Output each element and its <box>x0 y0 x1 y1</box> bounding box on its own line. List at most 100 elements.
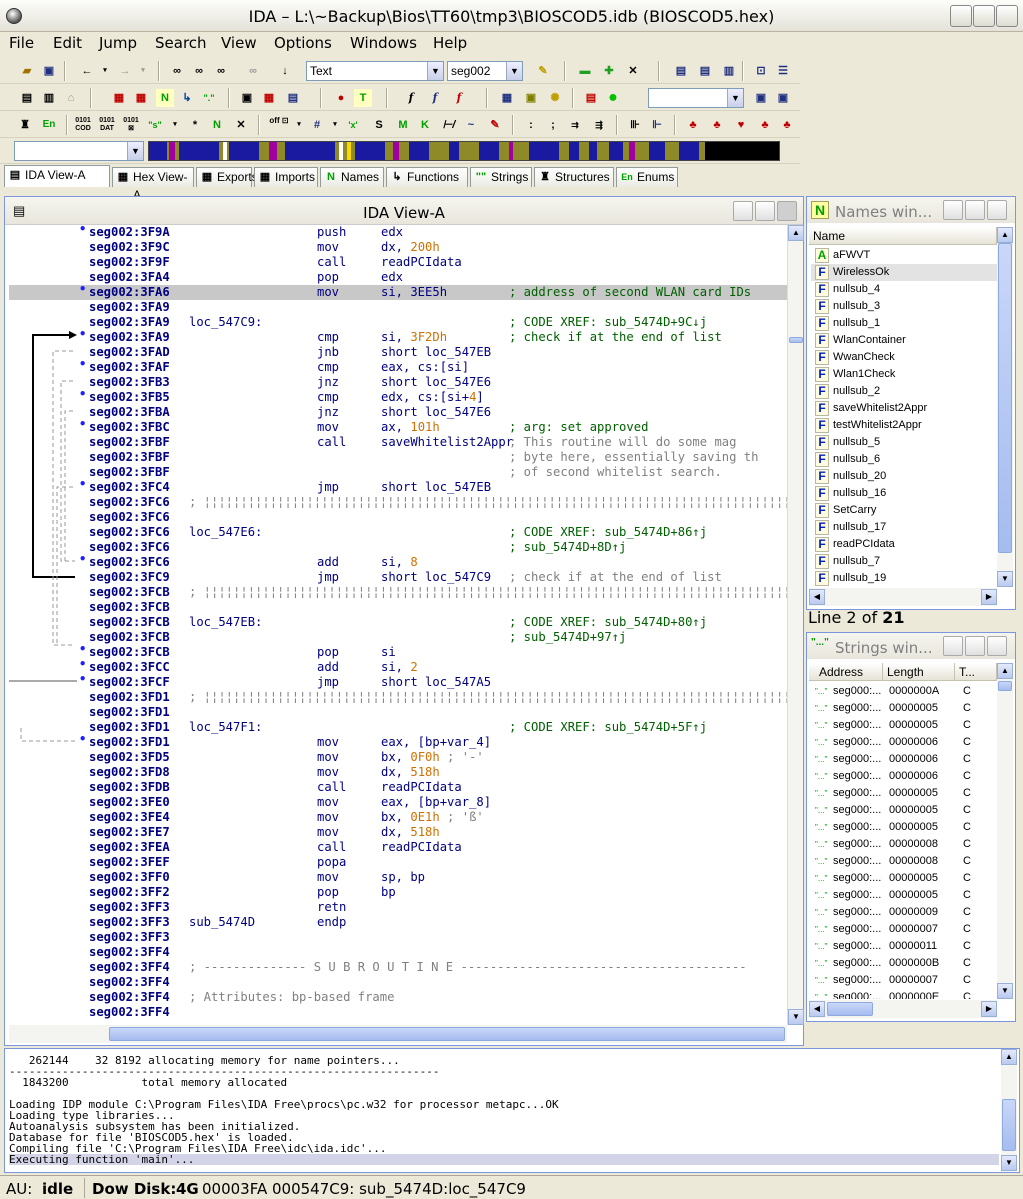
strings-list-item[interactable]: "..." seg000:... 00000008 C <box>811 836 997 853</box>
names-list-item[interactable]: Fnullsub_19 <box>811 570 997 587</box>
names-list-item[interactable]: Fnullsub_16 <box>811 485 997 502</box>
menu-view[interactable]: View <box>221 34 257 52</box>
code-line[interactable]: seg002:3F9F call readPCIdata <box>9 255 787 270</box>
code-line[interactable]: • seg002:3FCB pop si <box>9 642 787 660</box>
scroll-down-icon[interactable]: ▼ <box>788 1009 804 1025</box>
tab-ida-view-a[interactable]: ▤ IDA View-A <box>4 165 110 187</box>
code-line[interactable]: seg002:3F9C mov dx, 200h <box>9 240 787 255</box>
scroll-up-icon[interactable]: ▲ <box>997 227 1013 243</box>
function-delete-icon[interactable]: f <box>450 89 468 107</box>
strings-list-item[interactable]: "..." seg000:... 00000011 C <box>811 938 997 955</box>
names-column-header[interactable]: Name <box>809 227 997 245</box>
tab-structures[interactable]: ♜ Structures <box>534 167 614 187</box>
code-line[interactable]: • seg002:3FC6 add si, 8 <box>9 552 787 570</box>
names-list-item[interactable]: Fnullsub_1 <box>811 315 997 332</box>
strings-list-item[interactable]: "..." seg000:... 0000000B C <box>811 955 997 972</box>
settings-icon[interactable]: ✺ <box>546 89 564 107</box>
code-line[interactable]: seg002:3FAD jnb short loc_547EB <box>9 345 787 360</box>
code-line[interactable]: seg002:3FE7 mov dx, 518h <box>9 825 787 840</box>
segments-icon[interactable]: ▣ <box>238 89 256 107</box>
tab-hex-view-a[interactable]: ▦ Hex View-A <box>112 167 194 202</box>
strings-list-item[interactable]: "..." seg000:... 00000005 C <box>811 802 997 819</box>
strings-column-type[interactable]: T... <box>955 663 997 681</box>
disassembly-horizontal-scrollbar[interactable] <box>9 1025 787 1043</box>
names-list-item[interactable]: F WwanCheck <box>811 349 997 366</box>
back-dropdown-icon[interactable]: ▾ <box>96 62 114 80</box>
strings-hscroll-thumb[interactable] <box>827 1002 873 1016</box>
output-scroll-thumb[interactable] <box>1002 1099 1016 1151</box>
code-line[interactable]: • seg002:3FAF cmp eax, cs:[si] <box>9 357 787 375</box>
pane-minimize-button[interactable] <box>733 201 753 221</box>
code-line[interactable]: seg002:3FBF call saveWhitelist2Appr; This … <box>9 435 787 450</box>
code-line[interactable]: seg002:3FC6 loc_547E6: ; CODE XREF: sub_54… <box>9 525 787 540</box>
code-line[interactable]: • seg002:3FCC add si, 2 <box>9 657 787 675</box>
code-line[interactable]: seg002:3FB3 jnz short loc_547E6 <box>9 375 787 390</box>
menu-file[interactable]: File <box>9 34 34 52</box>
copy-icon[interactable]: ▥ <box>40 89 58 107</box>
menu-edit[interactable]: Edit <box>53 34 82 52</box>
code-line[interactable]: seg002:3FCB <box>9 600 787 615</box>
code-icon[interactable]: 0101 COD <box>74 116 92 134</box>
list-icon[interactable]: ☰ <box>774 62 792 80</box>
window-split-icon[interactable]: ▤ <box>696 62 714 80</box>
strings-vertical-scrollbar[interactable]: ▲ ▼ <box>997 663 1013 999</box>
disassembly-listing[interactable]: • seg002:3F9A push edx seg002:3F9C mov dx, 200… <box>9 225 787 1025</box>
number-hash-icon[interactable]: # <box>308 116 326 134</box>
names-list[interactable]: Name AaFWVT F WirelessOk Fnullsub_4 Fnullsub… <box>809 227 997 587</box>
number-dropdown-icon[interactable]: ▾ <box>326 116 344 134</box>
code-line[interactable]: seg002:3FF4 <box>9 1005 787 1020</box>
window-layout2-icon[interactable]: ▣ <box>774 89 792 107</box>
code-line[interactable]: seg002:3FC6 ; ¦¦¦¦¦¦¦¦¦¦¦¦¦¦¦¦¦¦¦¦¦¦¦¦¦¦¦… <box>9 495 787 510</box>
pane-close-button[interactable] <box>777 201 797 221</box>
strings-list-item[interactable]: "..." seg000:... 00000005 C <box>811 785 997 802</box>
bitwise-not-icon[interactable]: ~ <box>462 116 480 134</box>
forward-dropdown-icon[interactable]: ▾ <box>134 62 152 80</box>
data-icon[interactable]: 0101 DAT <box>98 116 116 134</box>
names-list-item[interactable]: AaFWVT <box>811 247 997 264</box>
code-line[interactable]: seg002:3FD1 loc_547F1: ; CODE XREF: sub_54… <box>9 720 787 735</box>
binoculars-disabled-icon[interactable]: ∞ <box>244 62 262 80</box>
patch-icon[interactable]: ▣ <box>522 89 540 107</box>
names-horizontal-scrollbar[interactable]: ◀ ▶ <box>809 588 997 606</box>
graph-user-icon[interactable]: ♣ <box>778 116 796 134</box>
code-line[interactable]: seg002:3FEA call readPCIdata <box>9 840 787 855</box>
code-line[interactable]: • seg002:3F9A push edx <box>9 225 787 240</box>
scroll-right-icon[interactable]: ▶ <box>981 1001 997 1017</box>
document-icon[interactable]: ▤ <box>18 89 36 107</box>
navigation-band[interactable] <box>148 141 780 161</box>
jump-down-icon[interactable]: ↓ <box>276 62 294 80</box>
code-line[interactable]: • seg002:3FC4 jmp short loc_547EB <box>9 477 787 495</box>
scroll-down-icon[interactable]: ▼ <box>1001 1155 1017 1171</box>
code-line[interactable]: seg002:3FBF ; byte here, essentially savi… <box>9 450 787 465</box>
names-vertical-scrollbar[interactable]: ▲ ▼ <box>997 227 1013 587</box>
output-vertical-scrollbar[interactable]: ▲ ▼ <box>1001 1049 1017 1172</box>
tab-names[interactable]: N Names <box>320 167 384 187</box>
undefine-x-icon[interactable]: ✕ <box>232 116 250 134</box>
calculator-icon[interactable]: ▦ <box>498 89 516 107</box>
names-list-item[interactable]: Fnullsub_6 <box>811 451 997 468</box>
strings-maximize-button[interactable] <box>965 636 985 656</box>
function-comment-icon[interactable]: ⇉ <box>566 116 584 134</box>
undefine-icon[interactable]: 0101 ⊠ <box>122 116 140 134</box>
code-line[interactable]: seg002:3FA4 pop edx <box>9 270 787 285</box>
string-dropdown-icon[interactable]: ▾ <box>166 116 184 134</box>
strings-list[interactable]: Address Length T... "..." seg000:... 00000… <box>809 663 997 999</box>
names-list-item[interactable]: F SetCarry <box>811 502 997 519</box>
scroll-down-icon[interactable]: ▼ <box>997 983 1013 999</box>
code-line[interactable]: seg002:3FEF popa <box>9 855 787 870</box>
pane-maximize-button[interactable] <box>755 201 775 221</box>
scroll-up-icon[interactable]: ▲ <box>997 663 1013 679</box>
names-list-item[interactable]: FsaveWhitelist2Appr <box>811 400 997 417</box>
graph-icon[interactable]: ⊡ <box>752 62 770 80</box>
window-tile-icon[interactable]: ▥ <box>720 62 738 80</box>
minimize-button[interactable] <box>950 5 972 27</box>
menu-options[interactable]: Options <box>274 34 332 52</box>
scroll-left-icon[interactable]: ◀ <box>809 589 825 605</box>
code-line[interactable]: seg002:3FF2 pop bp <box>9 885 787 900</box>
code-line[interactable]: • seg002:3FBC mov ax, 101h ; arg: set approv… <box>9 417 787 435</box>
strings-column-length[interactable]: Length <box>883 663 955 681</box>
names-minimize-button[interactable] <box>943 200 963 220</box>
scroll-up-icon[interactable]: ▲ <box>1001 1049 1017 1065</box>
types-icon[interactable]: T <box>354 89 372 107</box>
menu-jump[interactable]: Jump <box>99 34 137 52</box>
